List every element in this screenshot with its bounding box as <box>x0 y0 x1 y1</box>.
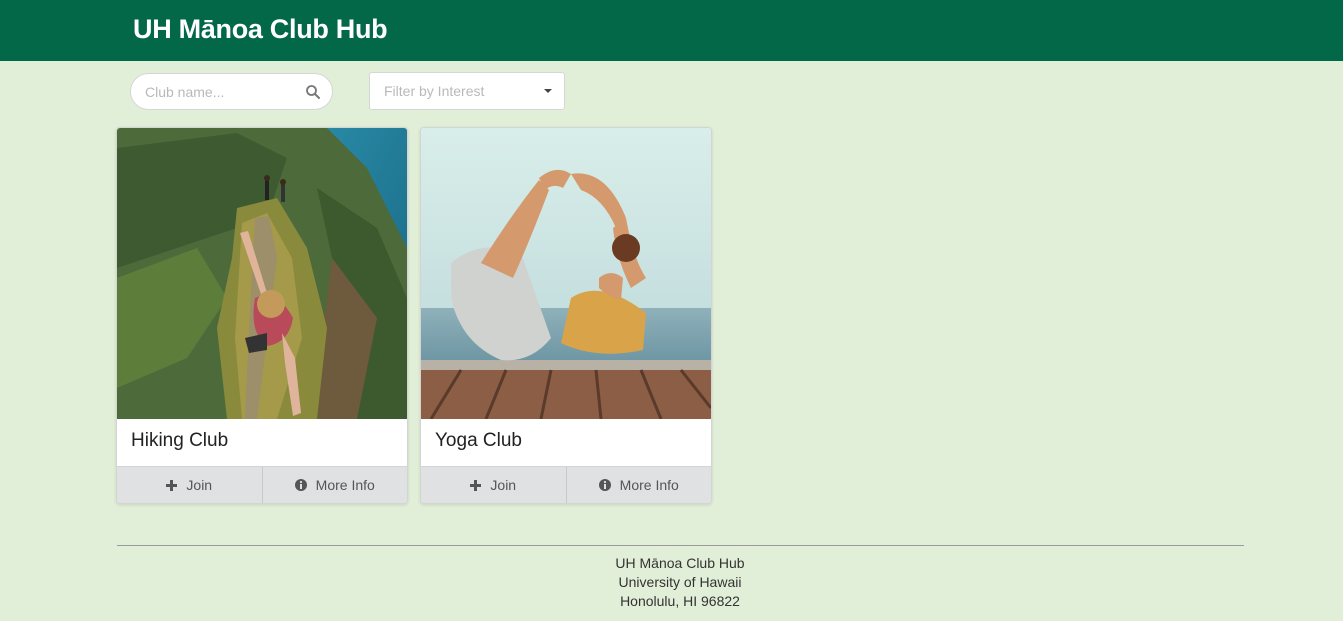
footer-site-name: UH Mānoa Club Hub <box>615 555 745 571</box>
top-navbar: UH Mānoa Club Hub <box>0 0 1343 61</box>
more-info-button[interactable]: More Info <box>565 467 712 503</box>
club-search-input[interactable] <box>145 82 305 102</box>
join-button[interactable]: Join <box>117 467 262 503</box>
card-actions: Join More Info <box>421 466 711 503</box>
more-info-button-label: More Info <box>315 477 375 493</box>
site-title[interactable]: UH Mānoa Club Hub <box>133 14 388 45</box>
more-info-button[interactable]: More Info <box>261 467 408 503</box>
hiking-club-image[interactable] <box>117 128 407 419</box>
join-button-label: Join <box>186 477 213 493</box>
club-search-box <box>130 73 333 110</box>
info-circle-icon <box>598 479 611 491</box>
footer-divider <box>117 545 1244 546</box>
join-button-label: Join <box>490 477 517 493</box>
club-card-title: Yoga Club <box>435 430 522 451</box>
club-card-yoga: Yoga Club Join More Info <box>420 127 712 504</box>
club-card-hiking: Hiking Club Join More Info <box>116 127 408 504</box>
more-info-button-label: More Info <box>619 477 679 493</box>
yoga-club-image[interactable] <box>421 128 711 419</box>
info-circle-icon <box>294 479 307 491</box>
plus-icon <box>470 479 482 491</box>
club-card-title: Hiking Club <box>131 430 229 451</box>
search-icon[interactable] <box>305 84 321 100</box>
join-button[interactable]: Join <box>421 467 566 503</box>
plus-icon <box>166 479 178 491</box>
interest-filter-placeholder: Filter by Interest <box>384 83 485 99</box>
footer: UH Mānoa Club Hub University of Hawaii H… <box>0 554 1343 611</box>
card-actions: Join More Info <box>117 466 407 503</box>
footer-university: University of Hawaii <box>618 574 742 590</box>
caret-down-icon <box>544 89 552 93</box>
interest-filter-dropdown[interactable]: Filter by Interest <box>369 72 565 110</box>
footer-address: Honolulu, HI 96822 <box>620 593 740 609</box>
